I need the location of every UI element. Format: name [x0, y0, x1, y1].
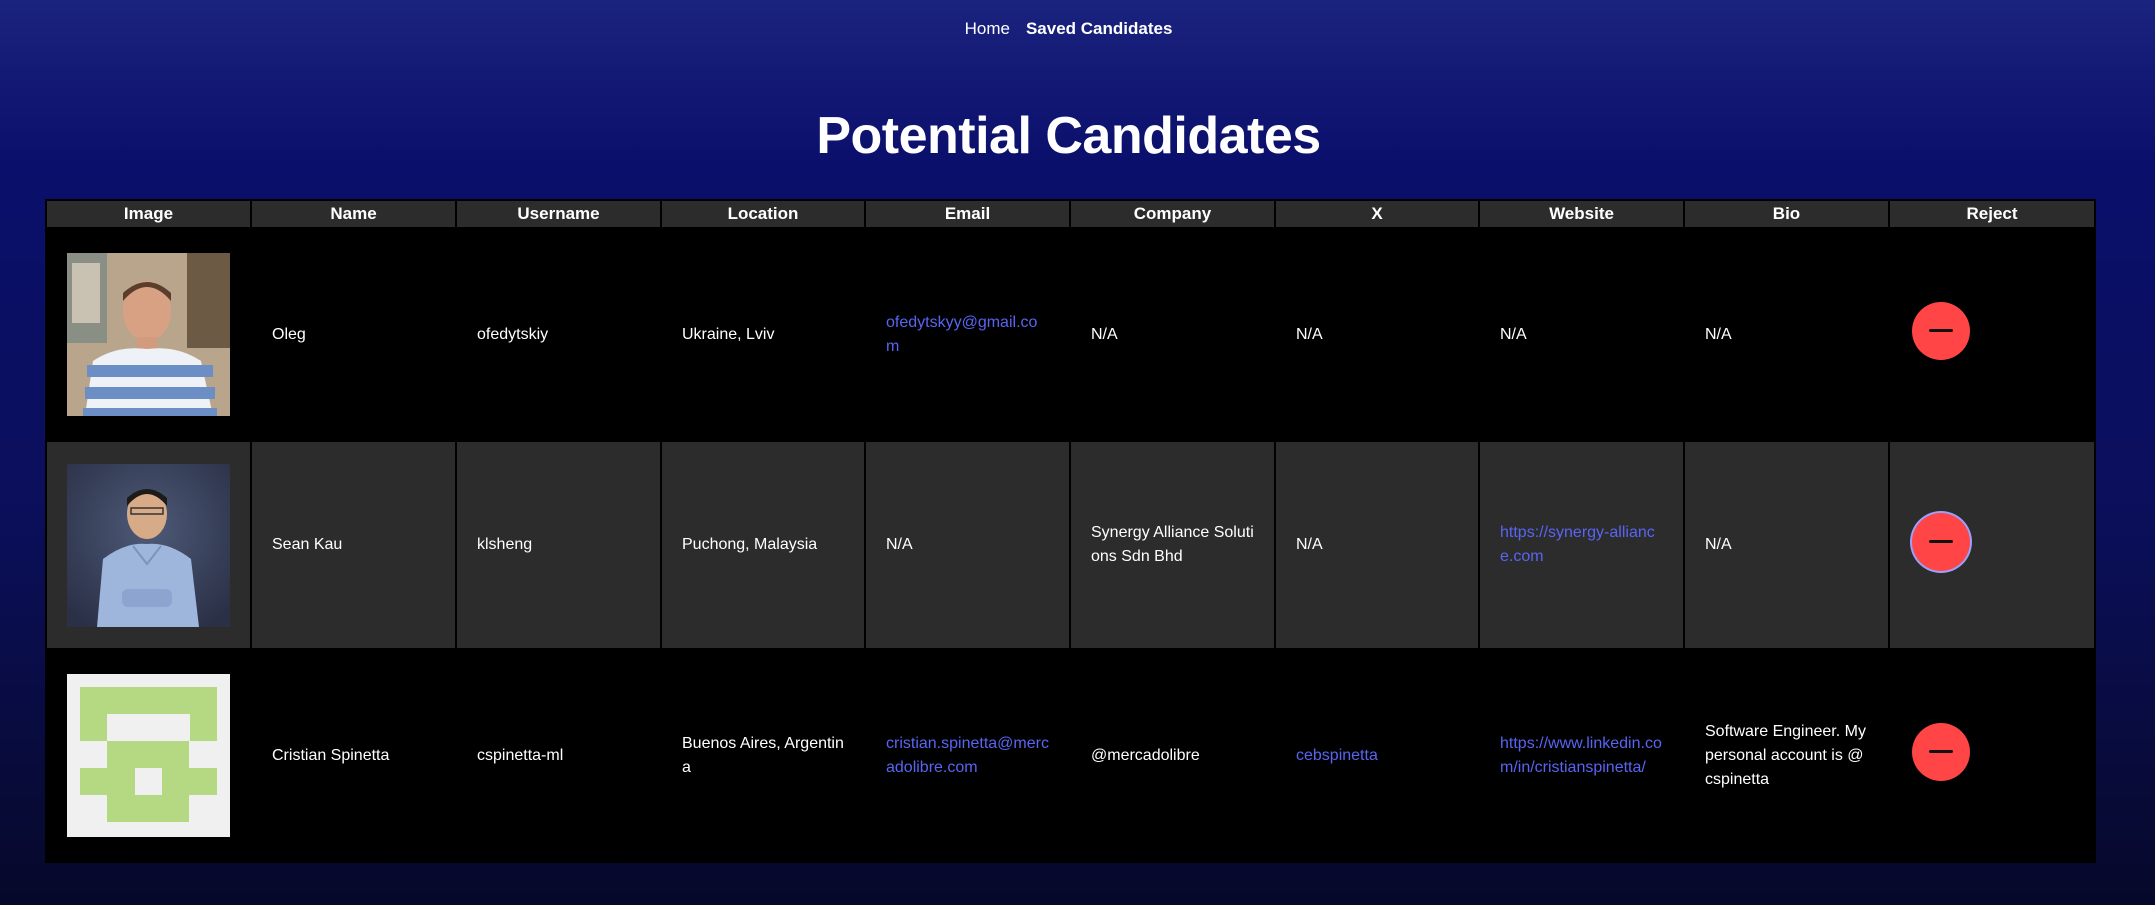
- candidate-name: Sean Kau: [250, 440, 457, 650]
- column-header-company: Company: [1069, 199, 1276, 229]
- candidate-username: ofedytskiy: [455, 227, 662, 442]
- page-title: Potential Candidates: [816, 107, 1321, 165]
- column-header-bio: Bio: [1683, 199, 1890, 229]
- candidate-email-link[interactable]: cristian.spinetta@mercadolibre.com: [886, 735, 1049, 776]
- table-row: Oleg ofedytskiy Ukraine, Lviv ofedytskyy…: [45, 227, 2096, 442]
- candidate-bio: N/A: [1683, 440, 1890, 650]
- candidate-location: Puchong, Malaysia: [660, 440, 866, 650]
- minus-icon: [1929, 750, 1953, 753]
- candidate-company: Synergy Alliance Solutions Sdn Bhd: [1069, 440, 1276, 650]
- column-header-reject: Reject: [1888, 199, 2096, 229]
- minus-icon: [1929, 329, 1953, 332]
- candidate-website-link[interactable]: https://www.linkedin.com/in/cristianspin…: [1500, 735, 1662, 776]
- minus-icon: [1929, 539, 1953, 543]
- candidates-table: Image Name Username Location Email Compa…: [45, 199, 2096, 863]
- nav-home-link[interactable]: Home: [965, 19, 1010, 39]
- column-header-username: Username: [455, 199, 662, 229]
- column-header-image: Image: [45, 199, 252, 229]
- table-row: Sean Kau klsheng Puchong, Malaysia N/A S…: [45, 440, 2096, 650]
- candidate-x: N/A: [1274, 440, 1480, 650]
- reject-button[interactable]: [1912, 512, 1970, 571]
- candidate-location: Buenos Aires, Argentina: [660, 648, 866, 863]
- candidate-name: Oleg: [250, 227, 457, 442]
- top-nav: Home Saved Candidates: [0, 19, 2137, 39]
- column-header-name: Name: [250, 199, 457, 229]
- column-header-email: Email: [864, 199, 1071, 229]
- candidate-company: @mercadolibre: [1069, 648, 1276, 863]
- candidate-username: cspinetta-ml: [455, 648, 662, 863]
- candidate-location: Ukraine, Lviv: [660, 227, 866, 442]
- candidate-username: klsheng: [455, 440, 662, 650]
- candidate-bio: N/A: [1683, 227, 1890, 442]
- candidate-company: N/A: [1069, 227, 1276, 442]
- reject-button[interactable]: [1912, 723, 1970, 781]
- candidate-website: N/A: [1478, 227, 1685, 442]
- avatar: [67, 463, 230, 627]
- nav-saved-candidates-link[interactable]: Saved Candidates: [1026, 19, 1172, 39]
- column-header-website: Website: [1478, 199, 1685, 229]
- candidate-email: N/A: [864, 440, 1071, 650]
- table-row: Cristian Spinetta cspinetta-ml Buenos Ai…: [45, 648, 2096, 863]
- table-header-row: Image Name Username Location Email Compa…: [45, 199, 2096, 229]
- reject-button[interactable]: [1912, 302, 1970, 360]
- candidate-x: N/A: [1274, 227, 1480, 442]
- candidate-email-link[interactable]: ofedytskyy@gmail.com: [886, 314, 1037, 355]
- column-header-location: Location: [660, 199, 866, 229]
- candidate-name: Cristian Spinetta: [250, 648, 457, 863]
- avatar: [67, 253, 230, 416]
- column-header-x: X: [1274, 199, 1480, 229]
- candidate-website-link[interactable]: https://synergy-alliance.com: [1500, 524, 1655, 565]
- candidate-bio: Software Engineer. My personal account i…: [1683, 648, 1890, 863]
- avatar: [67, 674, 230, 837]
- candidate-x-link[interactable]: cebspinetta: [1296, 747, 1378, 764]
